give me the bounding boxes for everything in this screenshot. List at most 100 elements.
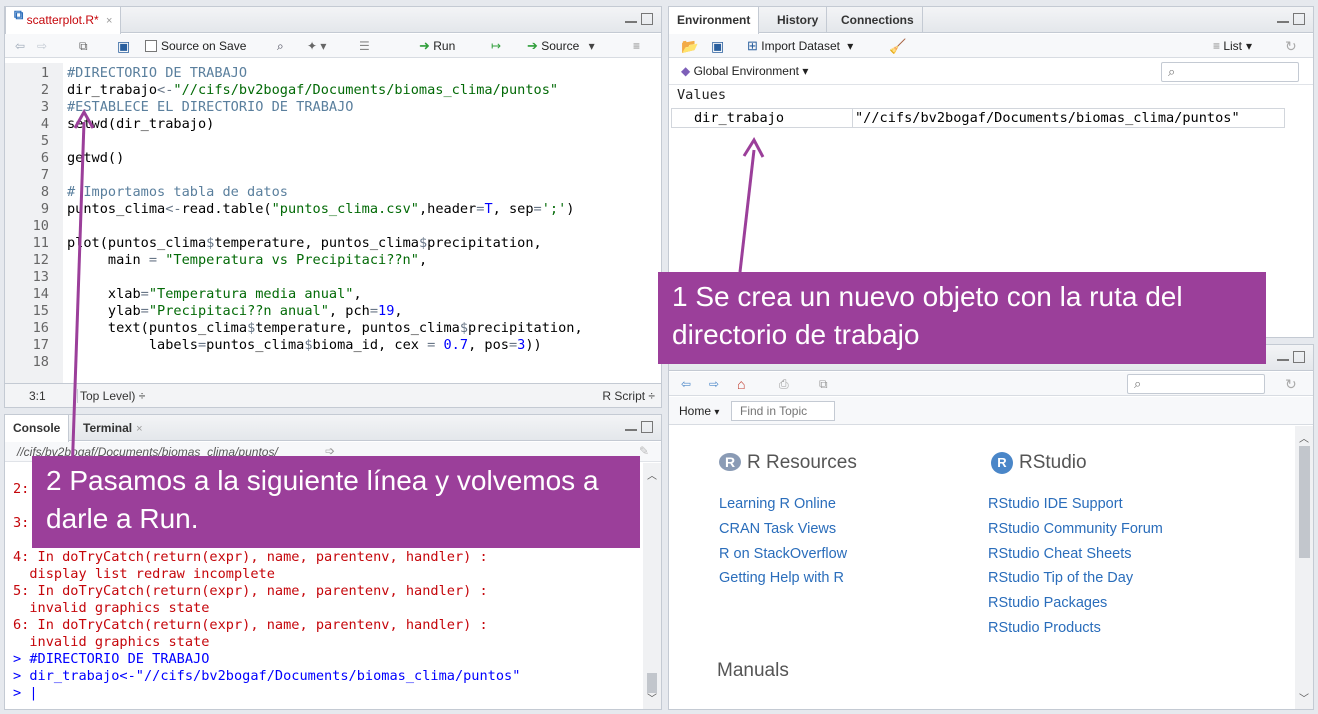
rerun-icon[interactable]: ↦ xyxy=(491,38,501,54)
code-line[interactable]: 13 xyxy=(5,269,49,286)
code-line[interactable]: 12 main = "Temperatura vs Precipitaci??n… xyxy=(5,252,428,269)
code-line[interactable]: 2 dir_trabajo<-"//cifs/bv2bogaf/Documents… xyxy=(5,82,558,99)
rstudio-resource-link[interactable]: RStudio Cheat Sheets xyxy=(988,546,1131,562)
code-line[interactable]: 1 #DIRECTORIO DE TRABAJO xyxy=(5,65,247,82)
terminal-tab-label: Terminal xyxy=(83,421,133,435)
search-icon[interactable]: ⌕ xyxy=(277,38,284,54)
menu-lines-icon[interactable]: ≡ xyxy=(633,38,640,54)
code-token: = xyxy=(533,201,542,217)
close-terminal-icon[interactable]: × xyxy=(136,423,142,435)
source-button[interactable]: ➔ Source ▾ xyxy=(527,38,595,54)
list-view-label: List xyxy=(1223,39,1243,53)
save-icon[interactable]: ▣ xyxy=(117,38,130,54)
tab-connections[interactable]: Connections xyxy=(833,7,923,33)
scroll-up-icon[interactable]: ︿ xyxy=(647,467,657,482)
minimize-icon[interactable] xyxy=(625,15,637,23)
scroll-down-icon[interactable]: ﹀ xyxy=(1299,690,1309,705)
find-in-topic-input[interactable] xyxy=(731,401,835,421)
save-workspace-icon[interactable]: ▣ xyxy=(711,38,724,54)
tab-history[interactable]: History xyxy=(769,7,828,33)
code-line[interactable]: 17 labels=puntos_clima$bioma_id, cex = 0… xyxy=(5,337,542,354)
tab-terminal[interactable]: Terminal × xyxy=(75,415,151,441)
help-scroll-thumb[interactable] xyxy=(1299,446,1310,558)
code-line[interactable]: 18 xyxy=(5,354,49,371)
home-icon[interactable]: ⌂ xyxy=(737,376,745,392)
code-line[interactable]: 8 # Importamos tabla de datos xyxy=(5,184,288,201)
code-line[interactable]: 10 xyxy=(5,218,49,235)
back-arrow-icon[interactable]: ⇦ xyxy=(681,376,691,392)
r-file-icon: ⧉ xyxy=(14,7,24,22)
chevron-down-icon[interactable]: ▾ xyxy=(589,39,595,53)
scroll-up-icon[interactable]: ︿ xyxy=(1299,430,1309,445)
open-folder-icon[interactable]: 📂 xyxy=(681,38,698,54)
r-resource-link[interactable]: Learning R Online xyxy=(719,496,836,512)
code-line[interactable]: 16 text(puntos_clima $temperature, puntos… xyxy=(5,320,583,337)
rstudio-resource-link[interactable]: RStudio Packages xyxy=(988,595,1107,611)
help-home-selector[interactable]: Home ▾ xyxy=(679,404,719,418)
help-scrollbar[interactable]: ︿ ﹀ xyxy=(1295,426,1313,709)
scroll-down-icon[interactable]: ﹀ xyxy=(647,690,657,705)
code-line[interactable]: 5 xyxy=(5,133,49,150)
code-line[interactable]: 15 ylab="Precipitaci??n anual", pch=19, xyxy=(5,303,403,320)
print-icon[interactable]: ⎙ xyxy=(779,376,789,392)
code-token: labels xyxy=(67,337,198,353)
rstudio-resource-link[interactable]: RStudio Products xyxy=(988,620,1101,636)
code-line[interactable]: 3 #ESTABLECE EL DIRECTORIO DE TRABAJO xyxy=(5,99,354,116)
environment-search-input[interactable]: ⌕ xyxy=(1161,62,1299,82)
code-line[interactable]: 6 getwd() xyxy=(5,150,124,167)
code-token: , pch xyxy=(328,303,370,319)
r-resource-link[interactable]: CRAN Task Views xyxy=(719,521,836,537)
code-line[interactable]: 9 puntos_clima<-read.table("puntos_clima.… xyxy=(5,201,575,218)
code-token: $ xyxy=(459,320,469,336)
code-line[interactable]: 14 xlab="Temperatura media anual", xyxy=(5,286,362,303)
forward-arrow-icon[interactable]: ⇨ xyxy=(709,376,719,392)
refresh-icon[interactable]: ↻ xyxy=(1285,376,1297,392)
r-resource-link[interactable]: Getting Help with R xyxy=(719,570,844,586)
maximize-icon[interactable] xyxy=(1293,351,1305,363)
code-token: precipitation, xyxy=(468,320,583,336)
maximize-icon[interactable] xyxy=(1293,13,1305,25)
rstudio-resource-link[interactable]: RStudio IDE Support xyxy=(988,496,1123,512)
clear-console-icon[interactable]: ✎ xyxy=(639,444,649,458)
show-in-window-icon[interactable]: ⧉ xyxy=(819,376,828,392)
environment-variable-row[interactable]: dir_trabajo "//cifs/bv2bogaf/Documents/b… xyxy=(671,108,1285,128)
maximize-icon[interactable] xyxy=(641,13,653,25)
help-toolbar: ⇦ ⇨ ⌂ ⎙ ⧉ ⌕ ↻ xyxy=(669,372,1313,396)
rstudio-resource-link[interactable]: RStudio Community Forum xyxy=(988,521,1163,537)
broom-icon[interactable]: 🧹 xyxy=(889,38,906,54)
maximize-icon[interactable] xyxy=(641,421,653,433)
annotation-one: 1 Se crea un nuevo objeto con la ruta de… xyxy=(658,272,1266,364)
show-in-window-icon[interactable]: ⧉ xyxy=(79,38,88,54)
console-scrollbar[interactable]: ︿ ﹀ xyxy=(643,463,661,709)
code-tools-icon[interactable]: ✦ ▾ xyxy=(307,38,326,54)
tab-scatterplot[interactable]: ⧉ scatterplot.R* × xyxy=(5,7,122,34)
outline-icon[interactable]: ☰ xyxy=(359,38,370,54)
back-arrow-icon[interactable]: ⇦ xyxy=(15,38,25,54)
forward-arrow-icon[interactable]: ⇨ xyxy=(37,38,47,54)
minimize-icon[interactable] xyxy=(1277,353,1289,361)
minimize-icon[interactable] xyxy=(625,423,637,431)
code-editor[interactable]: 1 #DIRECTORIO DE TRABAJO 2 dir_trabajo<-"//… xyxy=(5,63,661,383)
checkbox-icon[interactable] xyxy=(145,40,157,52)
minimize-icon[interactable] xyxy=(1277,15,1289,23)
import-dataset-button[interactable]: ⊞ Import Dataset ▾ xyxy=(747,38,853,54)
help-search-input[interactable]: ⌕ xyxy=(1127,374,1265,394)
code-line[interactable]: 7 xyxy=(5,167,49,184)
close-tab-icon[interactable]: × xyxy=(106,15,112,27)
help-window-controls xyxy=(1277,351,1307,365)
refresh-icon[interactable]: ↻ xyxy=(1285,38,1297,54)
chevron-down-icon[interactable]: ▾ xyxy=(847,39,853,53)
r-resource-link[interactable]: R on StackOverflow xyxy=(719,546,847,562)
code-text: text(puntos_clima $temperature, puntos_cl… xyxy=(67,320,583,337)
code-line[interactable]: 11 plot(puntos_clima $temperature, puntos_… xyxy=(5,235,542,252)
source-on-save-checkbox[interactable]: Source on Save xyxy=(145,38,246,54)
list-view-selector[interactable]: ≡ List ▾ xyxy=(1213,38,1252,54)
tab-console[interactable]: Console xyxy=(5,415,70,442)
scope-selector[interactable]: Top Level) ÷ xyxy=(77,389,145,403)
filetype-selector[interactable]: R Script ÷ xyxy=(602,389,655,403)
code-line[interactable]: 4 setwd(dir_trabajo) xyxy=(5,116,215,133)
rstudio-resource-link[interactable]: RStudio Tip of the Day xyxy=(988,570,1133,586)
environment-scope-selector[interactable]: ◆ Global Environment ▾ xyxy=(681,64,808,78)
tab-environment[interactable]: Environment xyxy=(669,7,760,34)
run-button[interactable]: ➜ Run xyxy=(419,38,455,54)
